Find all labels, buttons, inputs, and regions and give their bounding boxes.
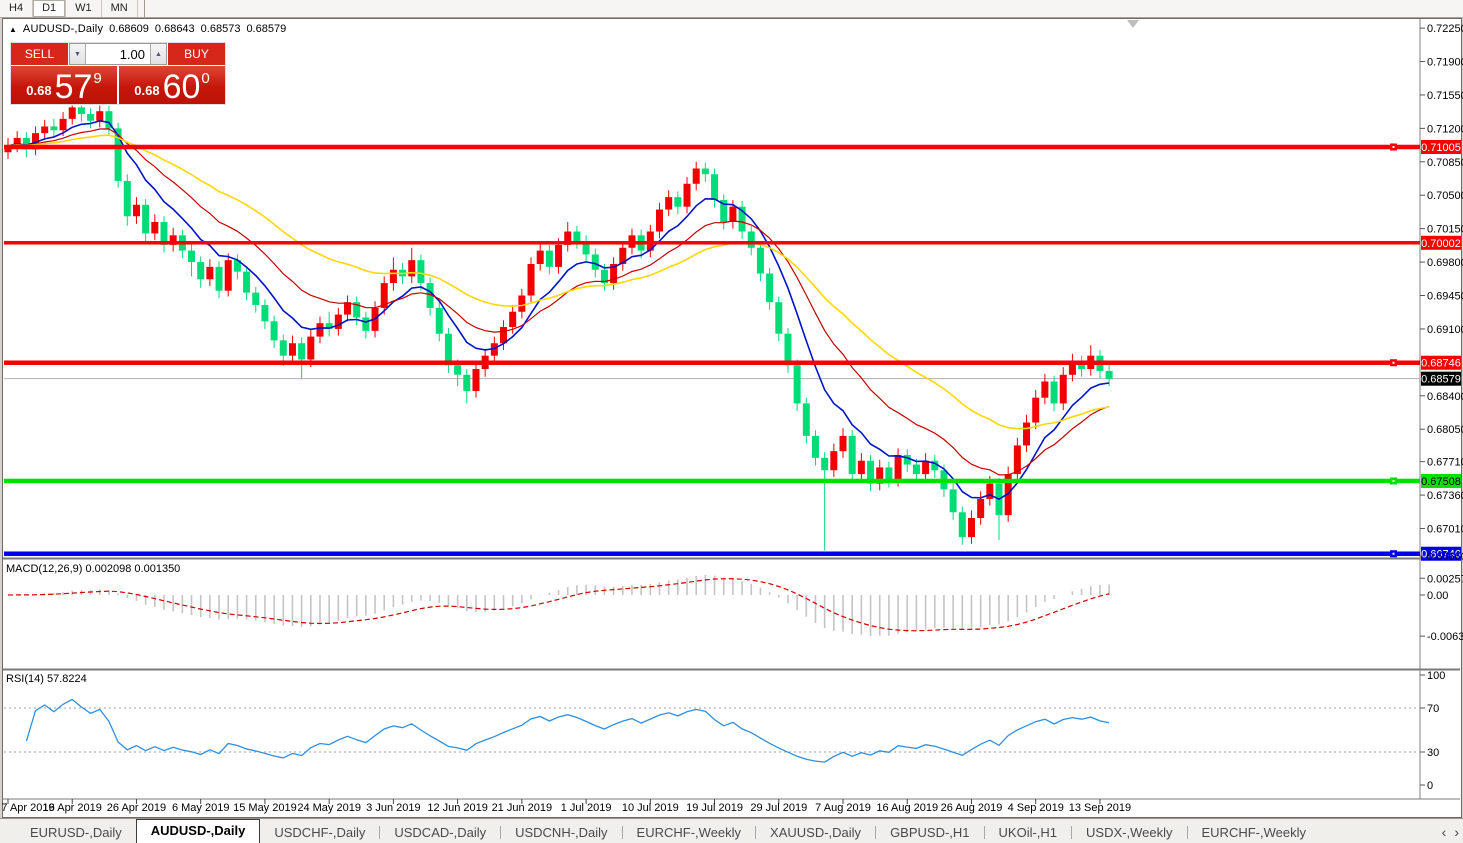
buy-price-big: 60: [162, 68, 201, 106]
mt4-app-window: 0.71005 0.70002 0.68746 0.67508 0.66746 0.722…: [0, 0, 1463, 843]
symbol-tab-ukoil-h1[interactable]: UKOil-,H1: [985, 822, 1072, 843]
volume-input[interactable]: 1.00: [86, 44, 150, 64]
tab-scroll-controls: ‹ ›: [1442, 825, 1459, 839]
sell-button[interactable]: SELL: [11, 43, 68, 65]
tabs-scroll-left-icon[interactable]: ‹: [1442, 825, 1447, 839]
ohlc-low: 0.68573: [200, 23, 241, 35]
chart-window: [2, 18, 1462, 818]
sell-price-box[interactable]: 0.68 57 9: [11, 66, 117, 104]
toolbar-separator: [143, 0, 145, 17]
macd-indicator-label: MACD(12,26,9) 0.002098 0.001350: [6, 563, 181, 575]
symbol-tab-audusd-daily[interactable]: AUDUSD-,Daily: [135, 819, 261, 843]
timeframe-toolbar: H4 D1 W1 MN: [0, 0, 1463, 18]
macd-values: 0.002098 0.001350: [85, 563, 181, 575]
collapse-panel-icon[interactable]: ▲: [9, 25, 17, 34]
timeframe-button-h4[interactable]: H4: [0, 0, 34, 17]
ohlc-high: 0.68643: [154, 23, 195, 35]
ohlc-close: 0.68579: [246, 23, 287, 35]
symbol-tab-gbpusd-h1[interactable]: GBPUSD-,H1: [876, 822, 983, 843]
buy-price-box[interactable]: 0.68 60 0: [119, 66, 225, 104]
buy-button[interactable]: BUY: [168, 43, 225, 65]
symbol-tab-bar: EURUSD-,Daily AUDUSD-,Daily USDCHF-,Daily U…: [0, 818, 1463, 843]
buy-price-pip: 0: [201, 70, 210, 87]
timeframe-button-d1[interactable]: D1: [33, 0, 67, 17]
sell-price-pip: 9: [93, 70, 102, 87]
symbol-tab-eurusd-daily[interactable]: EURUSD-,Daily: [16, 822, 136, 843]
one-click-trade-panel: SELL ▼ 1.00 ▲ BUY 0.68 57 9 0.68 60 0: [10, 42, 226, 105]
symbol-tab-usdcnh-daily[interactable]: USDCNH-,Daily: [501, 822, 621, 843]
timeframe-button-mn[interactable]: MN: [102, 0, 138, 17]
symbol-tab-eurchf-weekly[interactable]: EURCHF-,Weekly: [623, 822, 756, 843]
rsi-indicator-label: RSI(14) 57.8224: [6, 673, 87, 685]
tabs-scroll-right-icon[interactable]: ›: [1454, 825, 1459, 839]
chart-symbol-label: AUDUSD-,Daily: [22, 23, 104, 35]
sell-price-big: 57: [54, 68, 93, 106]
timeframe-button-w1[interactable]: W1: [66, 0, 102, 17]
symbol-tab-usdx-weekly[interactable]: USDX-,Weekly: [1072, 822, 1186, 843]
volume-increase-icon[interactable]: ▲: [150, 44, 166, 64]
sell-price-prefix: 0.68: [26, 83, 52, 98]
rsi-value: 57.8224: [46, 673, 87, 685]
symbol-tab-xauusd-daily[interactable]: XAUUSD-,Daily: [756, 822, 875, 843]
symbol-tab-usdchf-daily[interactable]: USDCHF-,Daily: [260, 822, 379, 843]
volume-stepper: ▼ 1.00 ▲: [69, 43, 167, 65]
chart-title: ▲ AUDUSD-,Daily 0.68609 0.68643 0.68573 …: [9, 23, 286, 35]
volume-decrease-icon[interactable]: ▼: [70, 44, 86, 64]
buy-price-prefix: 0.68: [134, 83, 160, 98]
symbol-tab-eurchf-weekly[interactable]: EURCHF-,Weekly: [1188, 822, 1321, 843]
ohlc-open: 0.68609: [109, 23, 149, 35]
symbol-tab-usdcad-daily[interactable]: USDCAD-,Daily: [380, 822, 500, 843]
